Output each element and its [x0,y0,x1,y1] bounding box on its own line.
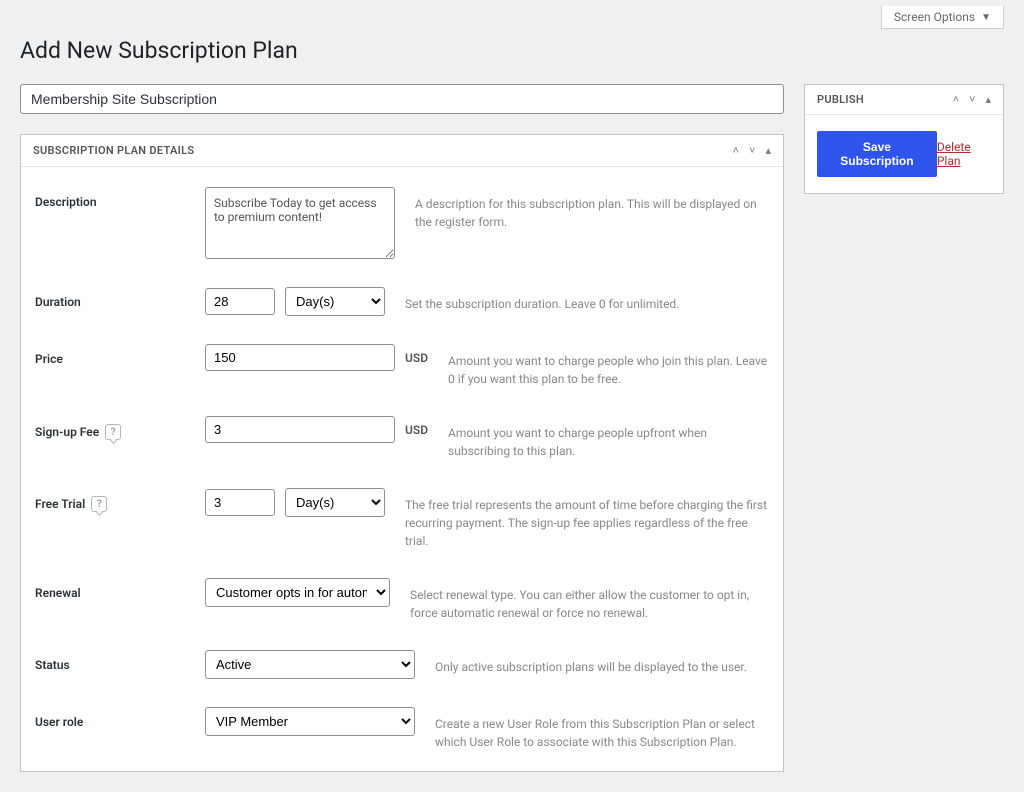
user-role-help: Create a new User Role from this Subscri… [415,707,769,751]
help-tooltip-icon[interactable]: ? [105,424,121,440]
chevron-down-icon: ▼ [981,12,991,23]
details-header: SUBSCRIPTION PLAN DETAILS ˄ ˅ ▴ [21,135,783,167]
page-title: Add New Subscription Plan [20,37,1004,64]
publish-heading: PUBLISH [817,93,864,106]
status-select[interactable]: Active [205,650,415,679]
chevron-down-icon[interactable]: ˅ [969,93,975,106]
delete-plan-link[interactable]: Delete Plan [937,140,991,168]
duration-help: Set the subscription duration. Leave 0 f… [385,287,769,313]
free-trial-unit-select[interactable]: Day(s) [285,488,385,517]
caret-up-icon[interactable]: ▴ [985,93,991,106]
signup-fee-currency: USD [405,423,428,437]
price-currency: USD [405,351,428,365]
publish-postbox: PUBLISH ˄ ˅ ▴ Save Subscription Delete P… [804,84,1004,194]
free-trial-input[interactable] [205,489,275,516]
description-help: A description for this subscription plan… [395,187,769,231]
chevron-up-icon[interactable]: ˄ [953,93,959,106]
price-input[interactable] [205,344,395,371]
details-postbox: SUBSCRIPTION PLAN DETAILS ˄ ˅ ▴ Descript… [20,134,784,772]
description-label: Description [35,187,205,209]
screen-options-label: Screen Options [894,10,975,24]
screen-options-toggle[interactable]: Screen Options ▼ [881,6,1004,29]
chevron-down-icon[interactable]: ˅ [749,144,755,157]
caret-up-icon[interactable]: ▴ [765,144,771,157]
chevron-up-icon[interactable]: ˄ [733,144,739,157]
status-help: Only active subscription plans will be d… [415,650,769,676]
renewal-label: Renewal [35,578,205,600]
free-trial-help: The free trial represents the amount of … [385,488,769,550]
status-label: Status [35,650,205,672]
plan-title-input[interactable] [20,84,784,114]
user-role-select[interactable]: VIP Member [205,707,415,736]
description-textarea[interactable] [205,187,395,259]
duration-unit-select[interactable]: Day(s) [285,287,385,316]
price-help: Amount you want to charge people who joi… [428,344,769,388]
duration-label: Duration [35,287,205,309]
user-role-label: User role [35,707,205,729]
help-tooltip-icon[interactable]: ? [91,496,107,512]
publish-header: PUBLISH ˄ ˅ ▴ [805,85,1003,115]
price-label: Price [35,344,205,366]
signup-fee-help: Amount you want to charge people upfront… [428,416,769,460]
free-trial-label: Free Trial [35,497,85,511]
details-heading: SUBSCRIPTION PLAN DETAILS [33,144,194,157]
duration-input[interactable] [205,288,275,315]
signup-fee-label: Sign-up Fee [35,425,99,439]
renewal-select[interactable]: Customer opts in for automatic renewal [205,578,390,607]
renewal-help: Select renewal type. You can either allo… [390,578,769,622]
save-subscription-button[interactable]: Save Subscription [817,131,937,177]
signup-fee-input[interactable] [205,416,395,443]
